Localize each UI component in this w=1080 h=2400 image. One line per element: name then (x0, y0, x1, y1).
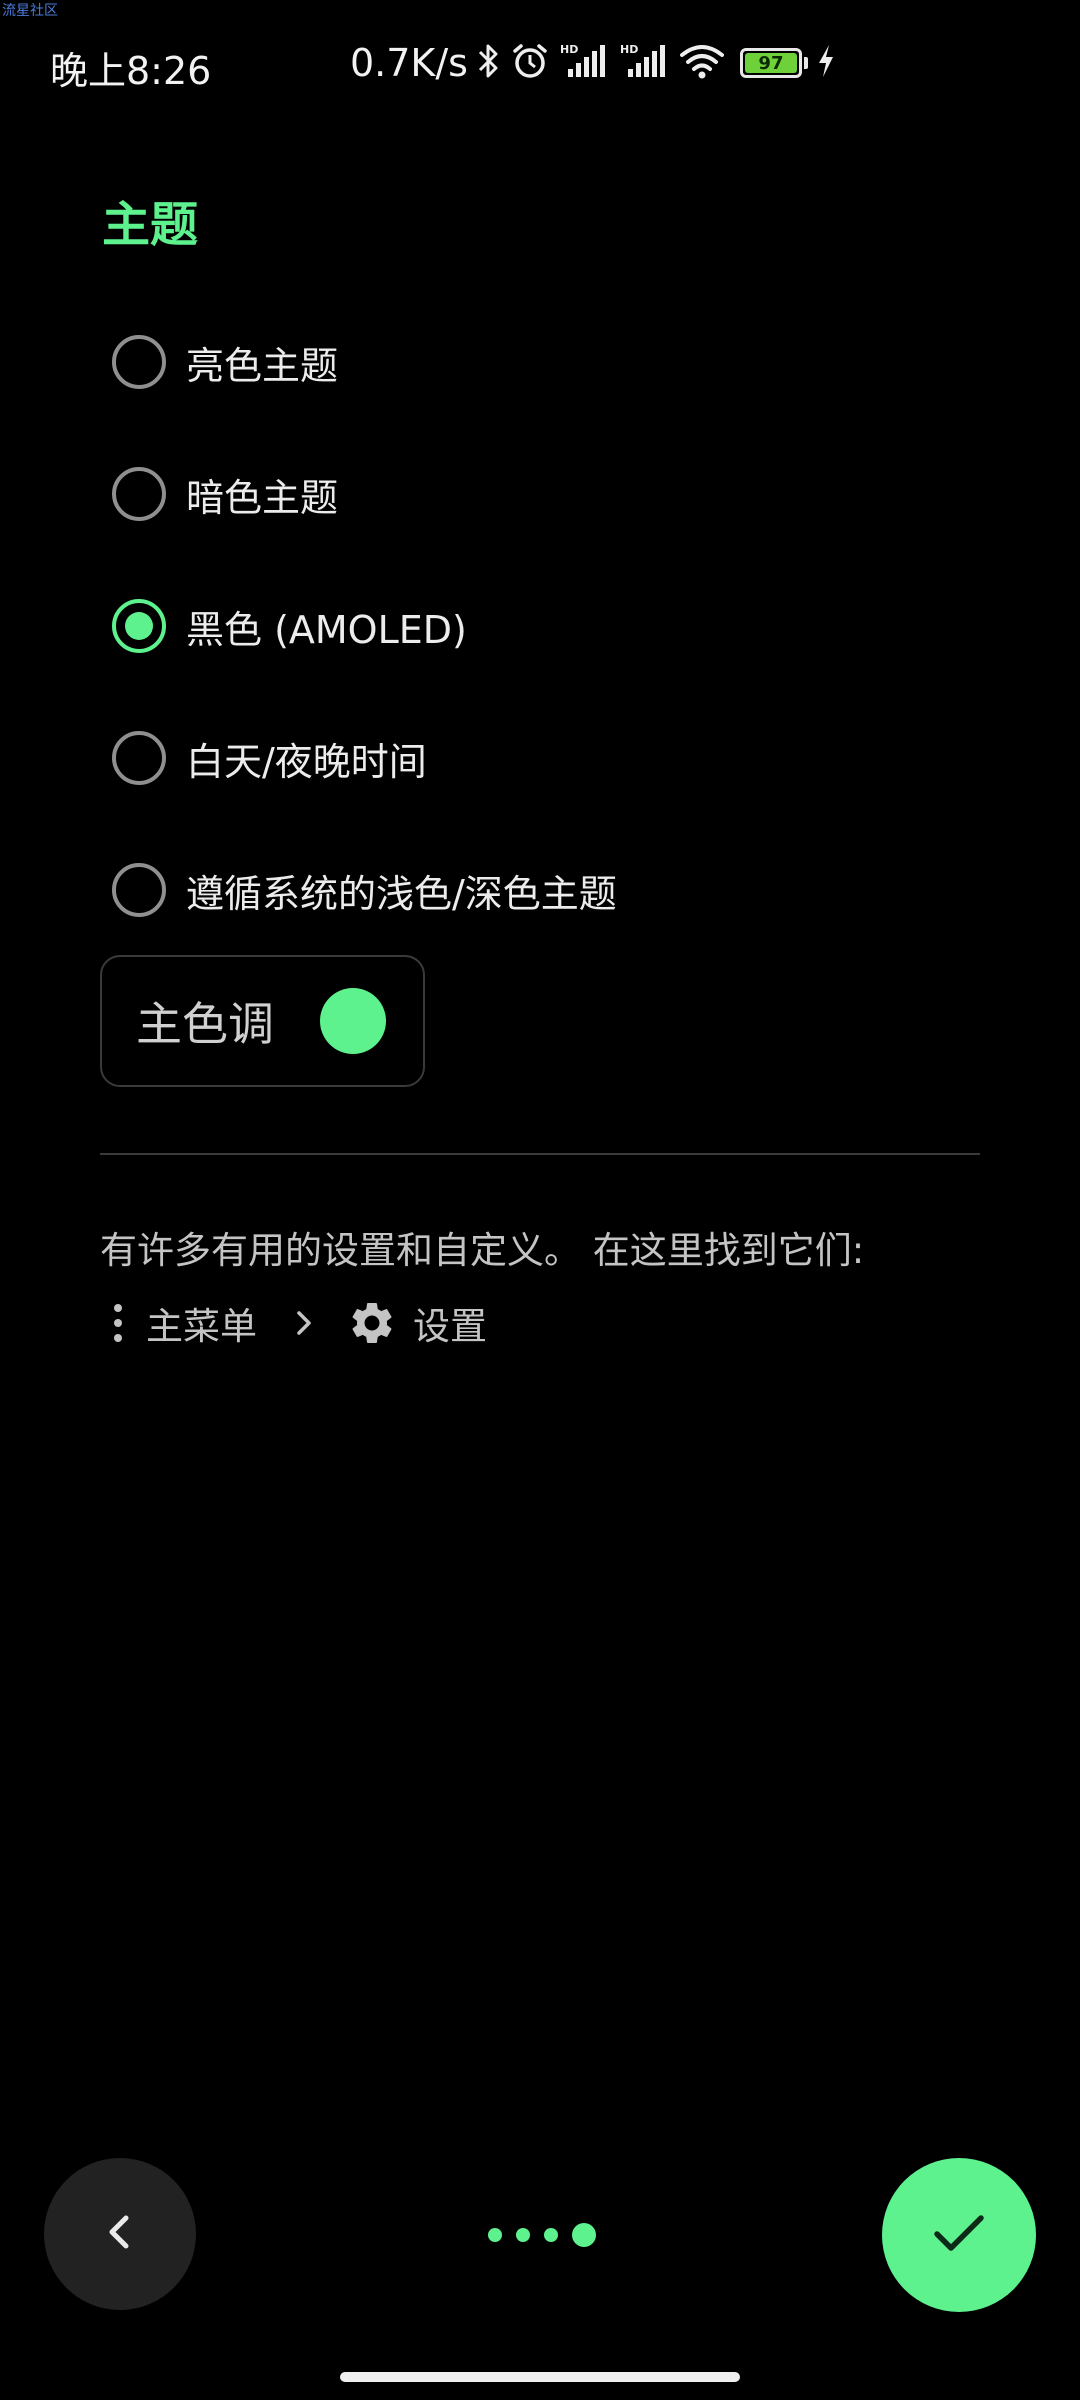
accent-color-swatch (320, 988, 386, 1054)
hd-signal-icon: HD (558, 41, 610, 85)
battery-icon: 97 (739, 48, 802, 78)
theme-option-label: 黑色 (AMOLED) (186, 607, 467, 652)
onboarding-theme-screen: 流星社区 晚上8:26 0.7K/s HD HD 97 主题 亮色主题 暗色主题… (0, 0, 1080, 2400)
theme-options: 亮色主题 暗色主题 黑色 (AMOLED) 白天/夜晚时间 遵循系统的浅色/深色… (112, 296, 1012, 956)
theme-option-label: 白天/夜晚时间 (186, 739, 427, 784)
radio-button[interactable] (112, 335, 166, 389)
back-button[interactable] (44, 2158, 196, 2310)
network-speed: 0.7K/s (350, 41, 468, 85)
main-menu-label: 主菜单 (146, 1305, 257, 1348)
theme-option-label: 遵循系统的浅色/深色主题 (186, 871, 617, 916)
status-time: 晚上8:26 (50, 49, 212, 93)
status-bar: 晚上8:26 0.7K/s HD HD 97 (0, 0, 1080, 128)
radio-button-selected[interactable] (112, 599, 166, 653)
page-dot (488, 2228, 502, 2242)
page-indicator (488, 2220, 596, 2250)
svg-text:HD: HD (620, 43, 638, 56)
theme-option-light[interactable]: 亮色主题 (112, 296, 1012, 428)
alarm-icon (510, 41, 550, 85)
check-icon (931, 2210, 987, 2260)
divider (100, 1153, 980, 1155)
more-vertical-icon (112, 1304, 124, 1342)
home-indicator[interactable] (340, 2372, 740, 2382)
page-dot-active (572, 2223, 596, 2247)
svg-text:HD: HD (560, 43, 578, 56)
radio-button[interactable] (112, 863, 166, 917)
theme-option-day-night[interactable]: 白天/夜晚时间 (112, 692, 1012, 824)
chevron-right-icon (295, 1309, 313, 1337)
radio-button[interactable] (112, 731, 166, 785)
settings-label: 设置 (413, 1305, 487, 1348)
theme-option-label: 亮色主题 (186, 343, 339, 388)
page-dot (544, 2228, 558, 2242)
bluetooth-icon (476, 41, 502, 85)
status-icons: 0.7K/s HD HD 97 (350, 38, 836, 88)
gear-icon (347, 1298, 397, 1348)
page-dot (516, 2228, 530, 2242)
theme-option-black-amoled[interactable]: 黑色 (AMOLED) (112, 560, 1012, 692)
chevron-left-icon (102, 2210, 138, 2258)
hd-signal-icon: HD (618, 41, 670, 85)
battery-level: 97 (758, 52, 784, 74)
wifi-icon (678, 41, 726, 85)
theme-section-title: 主题 (102, 197, 199, 253)
charging-icon (816, 43, 836, 83)
done-button[interactable] (882, 2158, 1036, 2312)
settings-hint: 有许多有用的设置和自定义。 在这里找到它们: (100, 1229, 865, 1272)
accent-color-label: 主色调 (136, 997, 274, 1051)
settings-path: 主菜单 设置 (112, 1290, 487, 1356)
theme-option-dark[interactable]: 暗色主题 (112, 428, 1012, 560)
theme-option-follow-system[interactable]: 遵循系统的浅色/深色主题 (112, 824, 1012, 956)
accent-color-button[interactable]: 主色调 (100, 955, 425, 1087)
radio-button[interactable] (112, 467, 166, 521)
theme-option-label: 暗色主题 (186, 475, 339, 520)
